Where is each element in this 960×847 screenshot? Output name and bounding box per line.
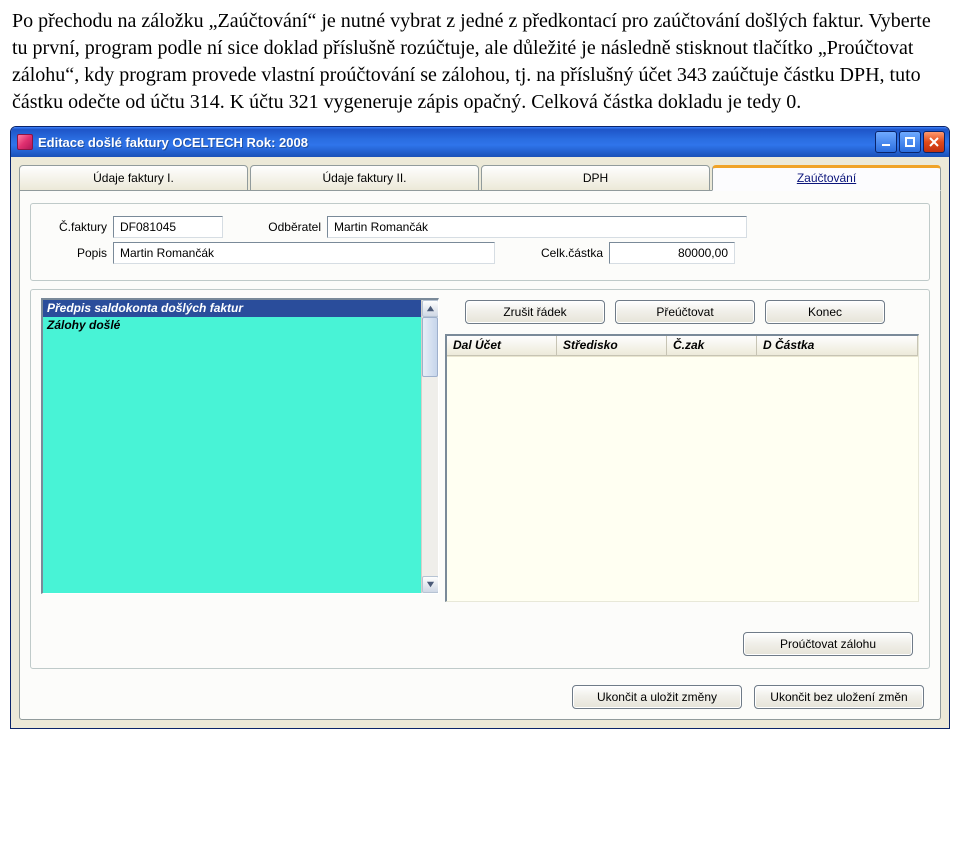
- save-button[interactable]: Ukončit a uložit změny: [572, 685, 742, 709]
- tab-udaje2[interactable]: Údaje faktury II.: [250, 165, 479, 191]
- accounting-grid[interactable]: Dal Účet Středisko Č.zak D Částka: [445, 334, 919, 602]
- label-popis: Popis: [41, 246, 107, 260]
- app-icon: [17, 134, 33, 150]
- minimize-button[interactable]: [875, 131, 897, 153]
- col-czak[interactable]: Č.zak: [667, 336, 757, 356]
- header-group: Č.faktury DF081045 Odběratel Martin Roma…: [30, 203, 930, 281]
- field-celkcastka: 80000,00: [609, 242, 735, 264]
- scroll-down-icon[interactable]: [422, 576, 439, 593]
- col-stredisko[interactable]: Středisko: [557, 336, 667, 356]
- col-dal-ucet[interactable]: Dal Účet: [447, 336, 557, 356]
- instruction-paragraph: Po přechodu na záložku „Zaúčtování“ je n…: [0, 0, 960, 122]
- predkontace-listbox[interactable]: Předpis saldokonta došlých faktur Zálohy…: [41, 298, 439, 594]
- tab-strip: Údaje faktury I. Údaje faktury II. DPH Z…: [19, 165, 941, 191]
- zrusit-radek-button[interactable]: Zrušit řádek: [465, 300, 605, 324]
- grid-body[interactable]: [447, 356, 918, 601]
- field-odberatel: Martin Romančák: [327, 216, 747, 238]
- konec-button[interactable]: Konec: [765, 300, 885, 324]
- maximize-button[interactable]: [899, 131, 921, 153]
- scroll-up-icon[interactable]: [422, 300, 439, 317]
- app-window: Editace došlé faktury OCELTECH Rok: 2008…: [10, 126, 950, 729]
- cancel-button[interactable]: Ukončit bez uložení změn: [754, 685, 924, 709]
- label-celkcastka: Celk.částka: [523, 246, 603, 260]
- close-button[interactable]: [923, 131, 945, 153]
- action-buttons: Zrušit řádek Přeúčtovat Konec: [445, 298, 919, 330]
- prouctovat-zalohu-button[interactable]: Proúčtovat zálohu: [743, 632, 913, 656]
- tab-dph[interactable]: DPH: [481, 165, 710, 191]
- scroll-thumb[interactable]: [422, 317, 438, 377]
- tab-panel: Č.faktury DF081045 Odběratel Martin Roma…: [19, 190, 941, 720]
- main-group: Předpis saldokonta došlých faktur Zálohy…: [30, 289, 930, 669]
- footer-buttons: Ukončit a uložit změny Ukončit bez ulože…: [30, 685, 930, 709]
- grid-header: Dal Účet Středisko Č.zak D Částka: [447, 336, 918, 356]
- label-odberatel: Odběratel: [251, 220, 321, 234]
- preuctovat-button[interactable]: Přeúčtovat: [615, 300, 755, 324]
- window-title: Editace došlé faktury OCELTECH Rok: 2008: [38, 135, 875, 150]
- titlebar[interactable]: Editace došlé faktury OCELTECH Rok: 2008: [11, 127, 949, 157]
- tab-udaje1[interactable]: Údaje faktury I.: [19, 165, 248, 191]
- tab-zauctovani[interactable]: Zaúčtování: [712, 165, 941, 191]
- list-item[interactable]: Předpis saldokonta došlých faktur: [43, 300, 438, 317]
- scrollbar[interactable]: [421, 300, 438, 593]
- list-item[interactable]: Zálohy došlé: [43, 317, 438, 334]
- window-body: Údaje faktury I. Údaje faktury II. DPH Z…: [11, 157, 949, 728]
- col-d-castka[interactable]: D Částka: [757, 336, 918, 356]
- window-buttons: [875, 131, 945, 153]
- field-popis: Martin Romančák: [113, 242, 495, 264]
- label-cfaktury: Č.faktury: [41, 220, 107, 234]
- field-cfaktury: DF081045: [113, 216, 223, 238]
